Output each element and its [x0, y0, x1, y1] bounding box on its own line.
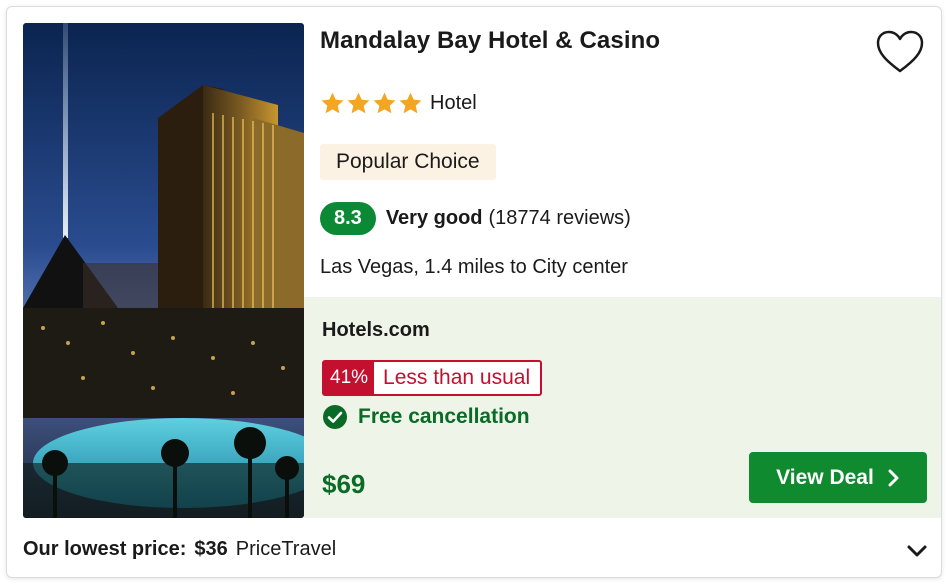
hotel-name[interactable]: Mandalay Bay Hotel & Casino	[320, 27, 660, 55]
deal-provider: Hotels.com	[322, 319, 430, 341]
star-icon	[373, 92, 396, 114]
heart-outline-icon[interactable]	[875, 29, 925, 75]
star-icon	[399, 92, 422, 114]
star-rating: Hotel	[320, 91, 477, 116]
deal-panel[interactable]: Hotels.com 41% Less than usual Free canc…	[304, 297, 941, 518]
chevron-down-icon[interactable]	[905, 539, 929, 563]
hotel-photo-image	[23, 23, 304, 518]
review-summary[interactable]: 8.3 Very good (18774 reviews)	[320, 202, 631, 235]
discount-percent: 41%	[324, 362, 375, 394]
lowest-price-amount: $36	[194, 538, 228, 560]
property-type: Hotel	[430, 92, 477, 114]
lowest-price-label: Our lowest price:	[23, 538, 187, 560]
hotel-location: Las Vegas, 1.4 miles to City center	[320, 256, 628, 278]
view-deal-button[interactable]: View Deal	[749, 452, 927, 503]
discount-text: Less than usual	[383, 366, 531, 389]
review-score-label: Very good	[385, 207, 483, 229]
discount-badge: 41% Less than usual	[322, 360, 543, 396]
hotel-photo[interactable]	[23, 23, 304, 518]
view-deal-label: View Deal	[776, 465, 874, 489]
lowest-price-provider: PriceTravel	[235, 538, 337, 560]
popular-choice-badge: Popular Choice	[320, 144, 496, 180]
review-count: (18774 reviews)	[488, 207, 631, 229]
free-cancellation: Free cancellation	[322, 404, 530, 430]
check-circle-icon	[323, 405, 347, 429]
star-icon	[347, 92, 370, 114]
star-icon	[321, 92, 344, 114]
hotel-card: Mandalay Bay Hotel & Casino Hotel Popula…	[6, 6, 942, 578]
free-cancellation-label: Free cancellation	[358, 405, 530, 428]
deal-price: $69	[322, 469, 366, 499]
lowest-price-row[interactable]: Our lowest price: $36 PriceTravel	[23, 538, 336, 561]
review-score: 8.3	[320, 202, 376, 235]
chevron-right-icon	[888, 469, 899, 486]
